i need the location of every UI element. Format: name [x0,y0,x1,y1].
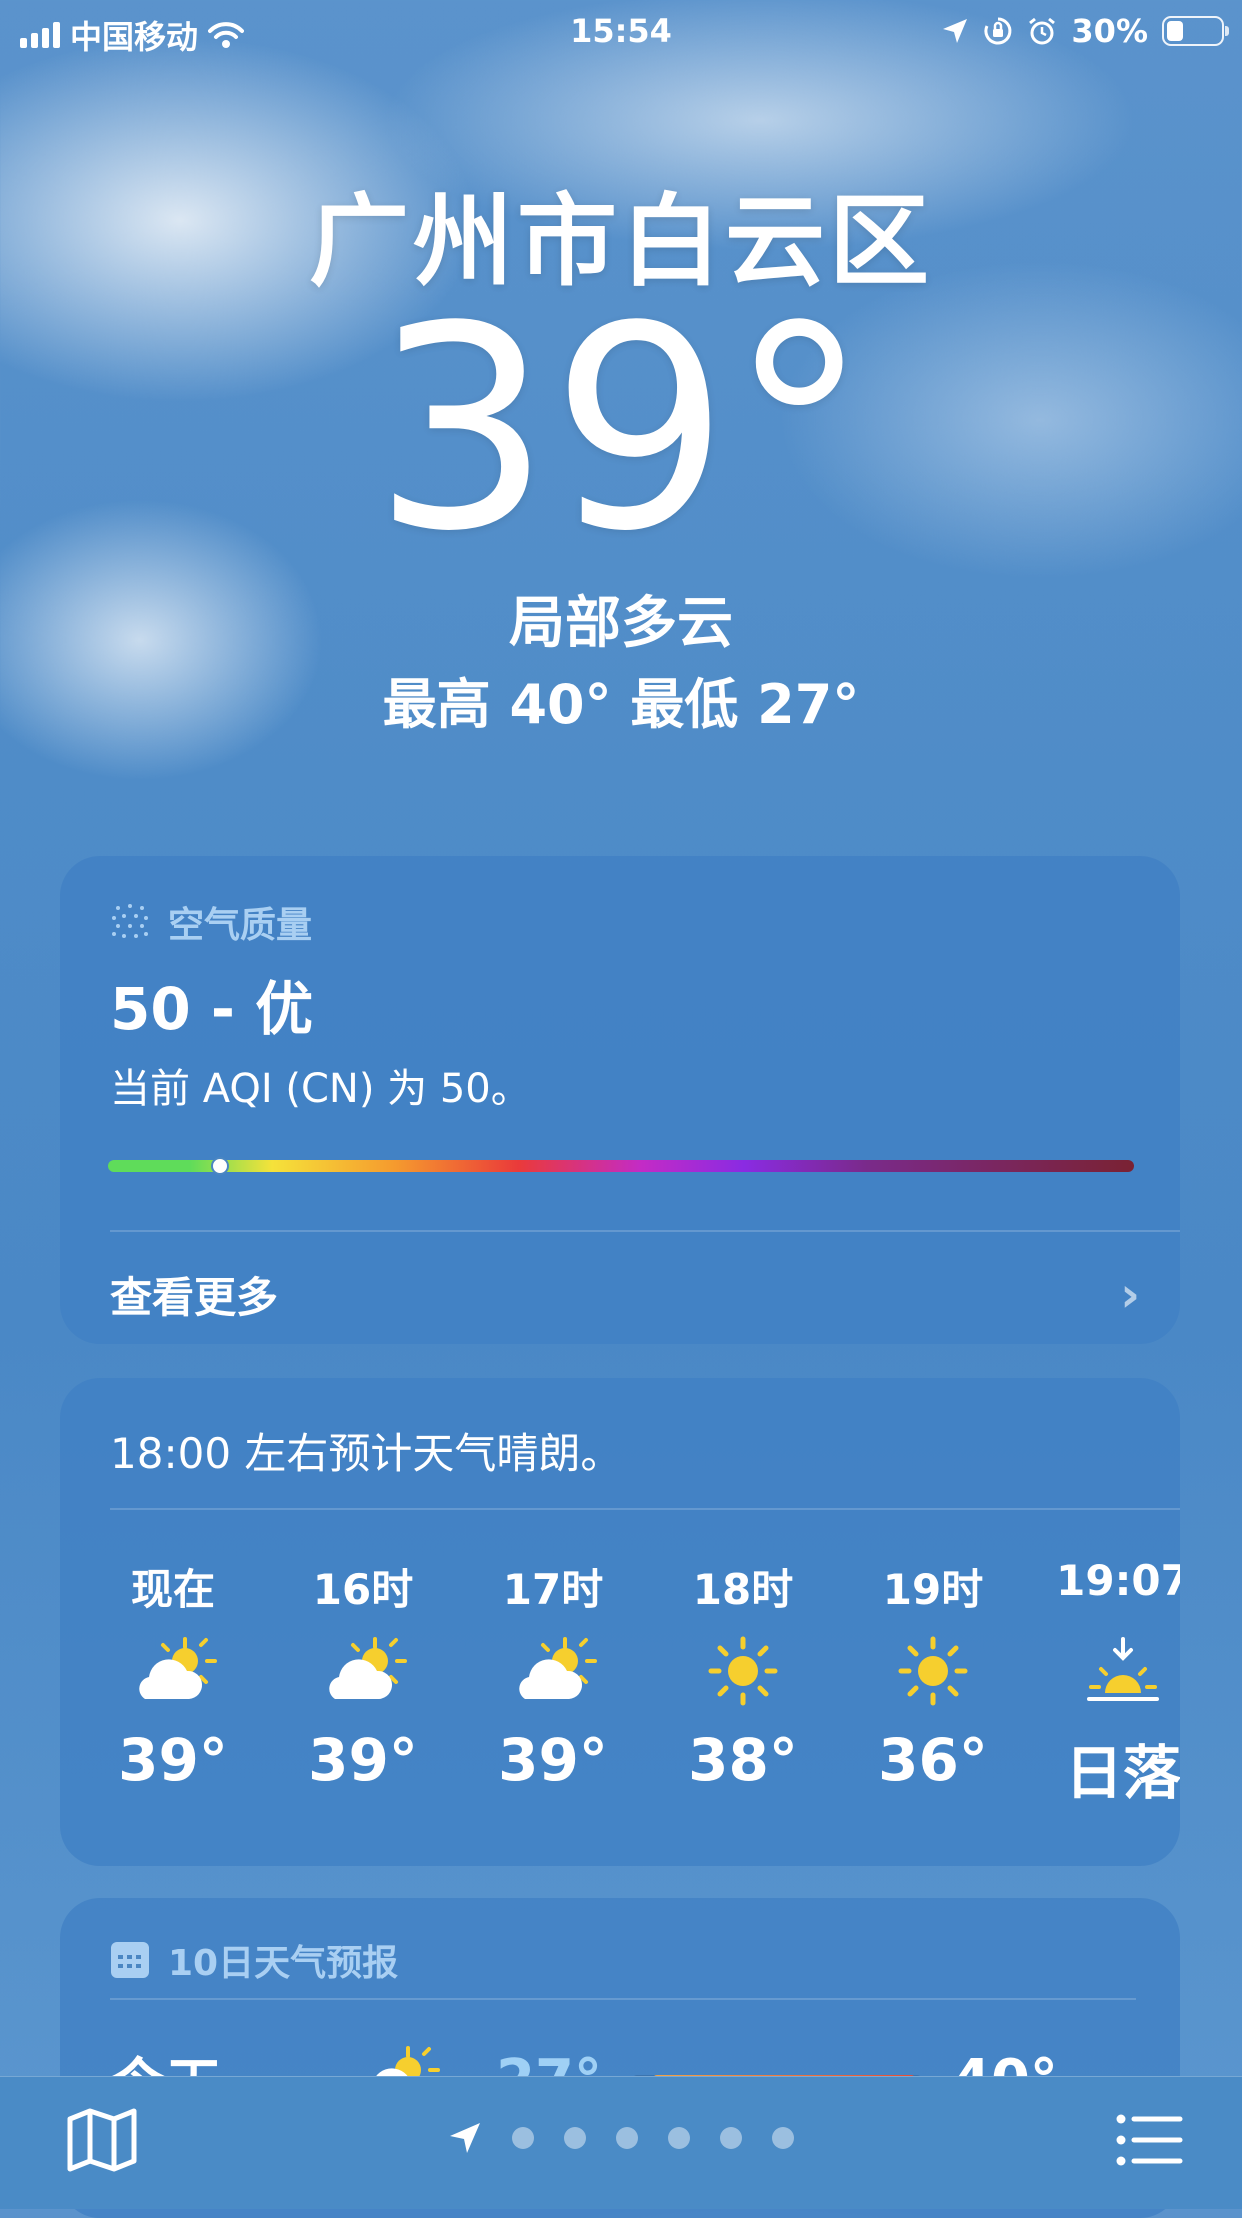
hour-item: 19时 36° [838,1556,1028,1810]
hour-item: 19:07 日落 [1028,1556,1180,1810]
list-icon[interactable] [1116,2113,1184,2167]
location-arrow-icon [943,19,968,43]
hour-label: 现在 [130,1565,215,1614]
page-dot[interactable] [772,2127,794,2149]
sunset-icon [1087,1637,1159,1701]
current-condition: 局部多云 [509,591,733,656]
partly-sunny-icon [519,1637,597,1699]
divider [110,1508,1180,1510]
chevron-right-icon: › [1120,1266,1140,1323]
sun-icon [708,1636,778,1706]
alarm-icon [1029,17,1056,45]
hour-label: 17时 [502,1565,604,1614]
divider [110,1230,1180,1232]
hour-temp: 日落 [1064,1739,1180,1807]
aqi-indicator [210,1157,229,1175]
page-dot[interactable] [512,2127,534,2149]
divider [110,1998,1136,2000]
bottom-toolbar [0,2076,1242,2209]
hour-temp: 38° [688,1726,798,1794]
page-dot[interactable] [720,2127,742,2149]
partly-sunny-icon [139,1637,217,1699]
hour-temp: 36° [878,1726,988,1794]
location-arrow-icon [450,2123,480,2153]
hourly-summary: 18:00 左右预计天气晴朗。 [110,1429,623,1478]
hour-label: 18时 [692,1565,794,1614]
hour-label: 16时 [312,1565,414,1614]
battery-percent: 30% [1071,12,1148,50]
aqi-value: 50 - 优 [110,975,314,1043]
sun-icon [898,1636,968,1706]
hour-temp: 39° [118,1726,228,1794]
hour-label: 19时 [882,1565,984,1614]
calendar-icon [111,1942,149,1978]
page-dot[interactable] [668,2127,690,2149]
page-dot[interactable] [564,2127,586,2149]
air-quality-icon [112,904,148,938]
hour-temp: 39° [498,1726,608,1794]
aqi-description: 当前 AQI (CN) 为 50。 [110,1066,531,1112]
battery-icon [1162,16,1229,46]
partly-sunny-icon [329,1637,407,1699]
current-temperature: 39° [372,267,870,593]
hour-item: 16时 39° [268,1556,458,1810]
see-more-link[interactable]: 查看更多 › [110,1264,1140,1325]
page-indicator[interactable] [0,2121,1242,2155]
air-quality-card[interactable]: 空气质量 50 - 优 当前 AQI (CN) 为 50。 查看更多 › [60,856,1180,1344]
hour-temp: 39° [308,1726,418,1794]
hourly-forecast-card[interactable]: 18:00 左右预计天气晴朗。 现在 39° 16时 39° 17时 39° 1… [60,1378,1180,1866]
status-bar: 中国移动 15:54 30% [0,0,1242,62]
hour-item: 18时 38° [648,1556,838,1810]
high-low-temperature: 最高 40° 最低 27° [382,673,860,736]
see-more-label: 查看更多 [110,1273,279,1322]
air-quality-header: 空气质量 [168,905,313,946]
hour-item: 17时 39° [458,1556,648,1810]
hour-label: 19:07 [1056,1556,1180,1605]
rotation-lock-icon [984,17,1012,45]
hourly-list[interactable]: 现在 39° 16时 39° 17时 39° 18时 38° 19时 36° 1… [78,1556,1180,1810]
page-dot[interactable] [616,2127,638,2149]
aqi-scale-bar [108,1157,1134,1175]
hour-item: 现在 39° [78,1556,268,1810]
ten-day-header: 10日天气预报 [168,1943,399,1984]
